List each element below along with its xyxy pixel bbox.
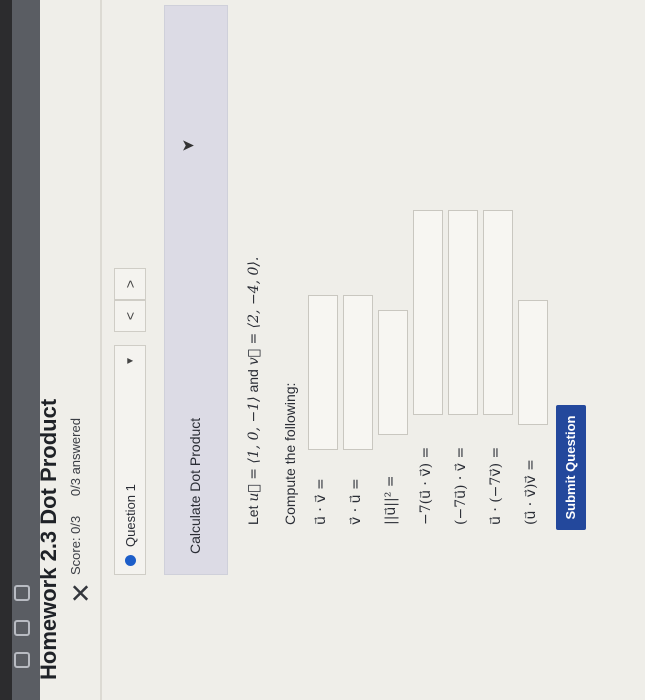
answer-input[interactable]: [378, 310, 408, 435]
item-label: −7(u⃗ · v⃗) =: [418, 446, 434, 525]
statement-mid: and: [245, 365, 261, 397]
item-label: u⃗ · v⃗ =: [313, 478, 329, 525]
answer-input[interactable]: [343, 295, 373, 450]
question-header-title: Calculate Dot Product: [187, 417, 203, 554]
item-label: v⃗ · u⃗ =: [348, 478, 364, 525]
app-icon[interactable]: [14, 652, 30, 668]
task-view-icon[interactable]: [14, 620, 30, 636]
answer-input[interactable]: [308, 295, 338, 450]
answered-text: 0/3 answered: [68, 418, 83, 497]
compute-instruction: Compute the following:: [282, 382, 298, 525]
answer-input[interactable]: [518, 300, 548, 425]
divider: [100, 0, 102, 700]
question-header: Calculate Dot Product: [164, 5, 228, 575]
question-status-dot-icon: [124, 555, 136, 566]
mouse-cursor-icon: ➤: [181, 137, 195, 155]
vector-v: v⃗ = ⟨2, −4, 0⟩.: [246, 256, 262, 366]
statement-prefix: Let: [245, 501, 261, 525]
score-summary: Score: 0/3 0/3 answered: [68, 402, 83, 575]
answer-input[interactable]: [448, 210, 478, 415]
item-label: (u⃗ · v⃗)v⃗ =: [523, 459, 539, 525]
question-select[interactable]: Question 1 ▼: [114, 345, 146, 575]
item-label: ||u⃗||² =: [383, 475, 399, 525]
question-select-label: Question 1: [122, 484, 138, 547]
search-icon[interactable]: [14, 585, 30, 601]
item-label: u⃗ · (−7v⃗) =: [488, 446, 504, 525]
page-title: Homework 2.3 Dot Product: [36, 398, 61, 680]
homework-page: Homework 2.3 Dot Product ✕ Score: 0/3 0/…: [36, 0, 645, 700]
answer-input[interactable]: [483, 210, 513, 415]
vector-u: u⃗ = ⟨1, 0, −1⟩: [246, 396, 262, 502]
screen-bezel: [0, 0, 12, 700]
item-label: (−7u⃗) · v⃗ =: [453, 446, 469, 525]
submit-question-button[interactable]: Submit Question: [556, 405, 586, 530]
problem-statement: Let u⃗ = ⟨1, 0, −1⟩ and v⃗ = ⟨2, −4, 0⟩.: [245, 257, 262, 525]
close-icon[interactable]: ✕: [66, 578, 96, 608]
score-text: Score: 0/3: [68, 515, 83, 575]
previous-question-button[interactable]: <: [114, 300, 146, 332]
chevron-down-icon: ▼: [124, 356, 136, 366]
next-question-button[interactable]: >: [114, 268, 146, 300]
answer-input[interactable]: [413, 210, 443, 415]
